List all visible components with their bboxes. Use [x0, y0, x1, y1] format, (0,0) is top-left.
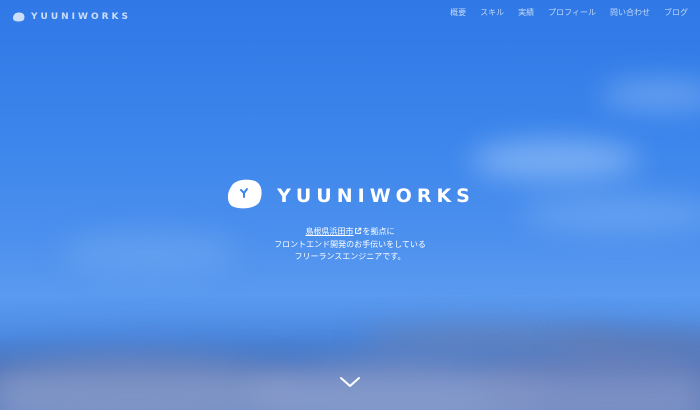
- scroll-down-button[interactable]: [338, 374, 362, 390]
- nav-item-blog[interactable]: ブログ: [664, 7, 688, 18]
- tagline-line-3: フリーランスエンジニアです。: [294, 252, 406, 261]
- nav-item-profile[interactable]: プロフィール: [548, 7, 596, 18]
- nav-item-works[interactable]: 実績: [518, 7, 534, 18]
- hero-section: YUUNIWORKS 概要 スキル 実績 プロフィール 問い合わせ ブログ YU…: [0, 0, 700, 410]
- hero-tagline: 島根県浜田市 を拠点に フロントエンド開発のお手伝いをしている フリーランスエンジ…: [0, 226, 700, 263]
- stone-logo-icon: [12, 7, 25, 26]
- hero-center: YUUNIWORKS 島根県浜田市 を拠点に フロントエンド開発のお手伝いをしてい…: [0, 178, 700, 263]
- tagline-line-1-rest: を拠点に: [362, 227, 395, 236]
- hero-logo: YUUNIWORKS: [225, 178, 475, 214]
- stone-logo-icon: [225, 178, 263, 214]
- nav-item-contact[interactable]: 問い合わせ: [610, 7, 650, 18]
- location-link[interactable]: 島根県浜田市: [306, 227, 354, 236]
- tagline-line-2: フロントエンド開発のお手伝いをしている: [274, 240, 426, 249]
- background-cloud: [470, 140, 640, 180]
- header-nav: 概要 スキル 実績 プロフィール 問い合わせ ブログ: [450, 7, 688, 18]
- site-header: YUUNIWORKS 概要 スキル 実績 プロフィール 問い合わせ ブログ: [0, 0, 700, 26]
- chevron-down-icon: [338, 375, 362, 394]
- nav-item-skills[interactable]: スキル: [480, 7, 504, 18]
- hero-logo-text: YUUNIWORKS: [277, 185, 475, 207]
- external-link-icon: [354, 227, 362, 239]
- header-brand-text: YUUNIWORKS: [31, 11, 131, 22]
- nav-item-overview[interactable]: 概要: [450, 7, 466, 18]
- background-cloud: [600, 80, 700, 110]
- header-brand[interactable]: YUUNIWORKS: [12, 7, 131, 26]
- tagline-line-1: 島根県浜田市 を拠点に: [0, 226, 700, 239]
